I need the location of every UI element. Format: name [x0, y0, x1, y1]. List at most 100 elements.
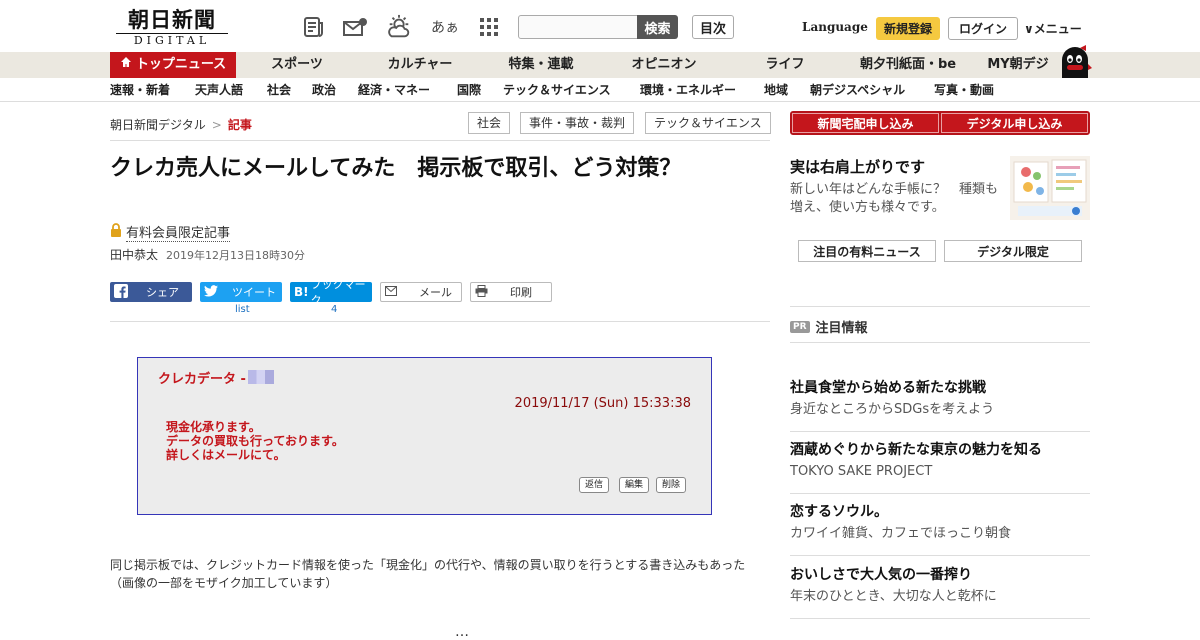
divider	[790, 555, 1090, 556]
printer-icon	[475, 284, 488, 300]
hiragana-icon[interactable]: あぁ	[430, 14, 460, 40]
site-logo[interactable]: 朝日新聞 DIGITAL	[116, 8, 228, 48]
nav2-region[interactable]: 地域	[764, 78, 788, 102]
nav2-society[interactable]: 社会	[267, 78, 291, 102]
nav-life[interactable]: ライフ	[756, 52, 814, 78]
post-datetime: 2019/11/17 (Sun) 15:33:38	[514, 396, 691, 411]
article-body-cutoff: …	[455, 624, 469, 640]
twitter-count[interactable]: list	[235, 304, 250, 315]
image-caption: 同じ掲示板では、クレジットカード情報を使った「現金化」の代行や、情報の買い取りを…	[110, 558, 746, 590]
mail-share-button[interactable]: メール	[380, 282, 462, 302]
post-edit-button: 編集	[619, 477, 650, 493]
pr-item-sub: 年末のひととき、大切な人と乾杯に	[790, 589, 997, 604]
pr-item-title: おいしさで大人気の一番搾り	[790, 567, 972, 583]
nav2-photo-video[interactable]: 写真・動画	[934, 78, 994, 102]
search-input[interactable]	[518, 15, 638, 39]
tag-society[interactable]: 社会	[468, 112, 511, 134]
primary-nav: トップニュース スポーツ カルチャー 特集・連載 オピニオン ライフ 朝夕刊紙面…	[0, 52, 1200, 78]
article-title: クレカ売人にメールしてみた 掲示板で取引、どう対策？	[110, 156, 682, 181]
nav-opinion[interactable]: オピニオン	[624, 52, 704, 78]
secondary-nav: 速報・新着 天声人語 社会 政治 経済・マネー 国際 テック＆サイエンス 環境・…	[0, 78, 1200, 102]
ad-image[interactable]	[1010, 156, 1090, 220]
pr-item[interactable]: 酒蔵めぐりから新たな東京の魅力を知る TOKYO SAKE PROJECT	[790, 440, 1090, 482]
article-image: クレカデータ - 2019/11/17 (Sun) 15:33:38 現金化承り…	[137, 357, 712, 515]
nav-label: トップニュース	[135, 57, 227, 72]
twitter-share-label: ツイート	[232, 286, 276, 299]
tab-featured-paid-news[interactable]: 注目の有料ニュース	[798, 240, 936, 262]
lock-icon	[110, 223, 122, 241]
hatena-bookmark-button[interactable]: B! ブックマーク	[290, 278, 372, 307]
post-reply-button: 返信	[579, 477, 610, 493]
mail-share-label: メール	[419, 286, 452, 299]
mosaic-blur	[248, 370, 274, 384]
nav2-environment[interactable]: 環境・エネルギー	[640, 78, 736, 102]
nav2-international[interactable]: 国際	[457, 78, 481, 102]
pr-item-sub: TOKYO SAKE PROJECT	[790, 464, 933, 479]
mascot-icon[interactable]	[1058, 44, 1092, 78]
toc-button[interactable]: 目次	[692, 15, 734, 39]
divider	[790, 306, 1090, 307]
weather-icon[interactable]	[386, 14, 412, 40]
divider	[110, 140, 770, 141]
paid-label: 有料会員限定記事	[126, 222, 231, 242]
pr-item-sub: 身近なところからSDGsを考えよう	[790, 402, 995, 417]
pr-item[interactable]: 社員食堂から始める新たな挑戦 身近なところからSDGsを考えよう	[790, 378, 1090, 420]
nav2-latest[interactable]: 速報・新着	[110, 78, 170, 102]
print-label: 印刷	[510, 286, 532, 299]
menu-button[interactable]: ∨メニュー	[1024, 20, 1082, 37]
newspaper-icon[interactable]	[301, 14, 327, 40]
nav2-tensei[interactable]: 天声人語	[195, 78, 243, 102]
nav2-tech[interactable]: テック＆サイエンス	[503, 78, 611, 102]
author: 田中恭太	[110, 248, 159, 262]
register-button[interactable]: 新規登録	[876, 17, 940, 40]
facebook-share-label: シェア	[146, 286, 179, 299]
nav-top-news[interactable]: トップニュース	[110, 52, 236, 78]
facebook-share-button[interactable]: シェア	[110, 282, 192, 302]
nav2-special[interactable]: 朝デジスペシャル	[810, 78, 905, 102]
pr-item[interactable]: 恋するソウル。 カワイイ雑貨、カフェでほっこり朝食	[790, 502, 1090, 544]
divider	[790, 342, 1090, 343]
subscribe-buttons: 新聞宅配申し込み デジタル申し込み	[790, 111, 1090, 135]
breadcrumb-home[interactable]: 朝日新聞デジタル	[110, 118, 206, 132]
tab-digital-only[interactable]: デジタル限定	[944, 240, 1082, 262]
post-line: 現金化承ります。	[166, 420, 261, 434]
nav-culture[interactable]: カルチャー	[380, 52, 460, 78]
pr-item-title: 酒蔵めぐりから新たな東京の魅力を知る	[790, 442, 1042, 458]
post-delete-button: 削除	[656, 477, 687, 493]
newspaper-subscribe-button[interactable]: 新聞宅配申し込み	[792, 113, 939, 133]
tag-incidents[interactable]: 事件・事故・裁判	[520, 112, 635, 134]
facebook-icon	[114, 283, 128, 301]
divider	[110, 321, 770, 322]
search-button[interactable]: 検索	[637, 15, 678, 39]
nav-paper[interactable]: 朝夕刊紙面・be	[856, 52, 960, 78]
pr-label: 注目情報	[815, 321, 868, 336]
pr-badge: PR	[790, 320, 810, 333]
nav-features[interactable]: 特集・連載	[500, 52, 582, 78]
nav-sports[interactable]: スポーツ	[262, 52, 332, 78]
divider	[790, 618, 1090, 619]
byline: 田中恭太 2019年12月13日18時30分	[110, 246, 305, 263]
digital-subscribe-button[interactable]: デジタル申し込み	[941, 113, 1088, 133]
logo-sub: DIGITAL	[116, 33, 228, 47]
nav-my-asadigi[interactable]: MY朝デジ	[982, 52, 1054, 78]
ad-title[interactable]: 実は右肩上がりです	[790, 156, 925, 177]
pr-item-title: 恋するソウル。	[790, 504, 888, 520]
divider	[790, 493, 1090, 494]
paid-member-badge[interactable]: 有料会員限定記事	[110, 222, 231, 242]
ad-text[interactable]: 新しい年はどんな手帳に？ 種類も増え、使い方も様々です。	[790, 181, 1002, 217]
tag-tech[interactable]: テック＆サイエンス	[645, 112, 771, 134]
grid-menu-icon[interactable]	[476, 14, 502, 40]
login-button[interactable]: ログイン	[948, 17, 1018, 40]
hatena-icon: B!	[294, 285, 309, 299]
nav2-politics[interactable]: 政治	[312, 78, 336, 102]
language-link[interactable]: Language	[802, 20, 868, 34]
print-button[interactable]: 印刷	[470, 282, 552, 302]
twitter-share-button[interactable]: ツイート	[200, 282, 282, 302]
hatena-count[interactable]: 4	[331, 304, 337, 315]
post-heading: クレカデータ -	[158, 372, 246, 387]
breadcrumb: 朝日新聞デジタル > 記事	[110, 116, 252, 133]
mail-icon[interactable]	[342, 14, 368, 40]
post-line: データの買取も行っております。	[166, 434, 344, 448]
pr-item[interactable]: おいしさで大人気の一番搾り 年末のひととき、大切な人と乾杯に	[790, 565, 1090, 607]
nav2-economy[interactable]: 経済・マネー	[358, 78, 430, 102]
